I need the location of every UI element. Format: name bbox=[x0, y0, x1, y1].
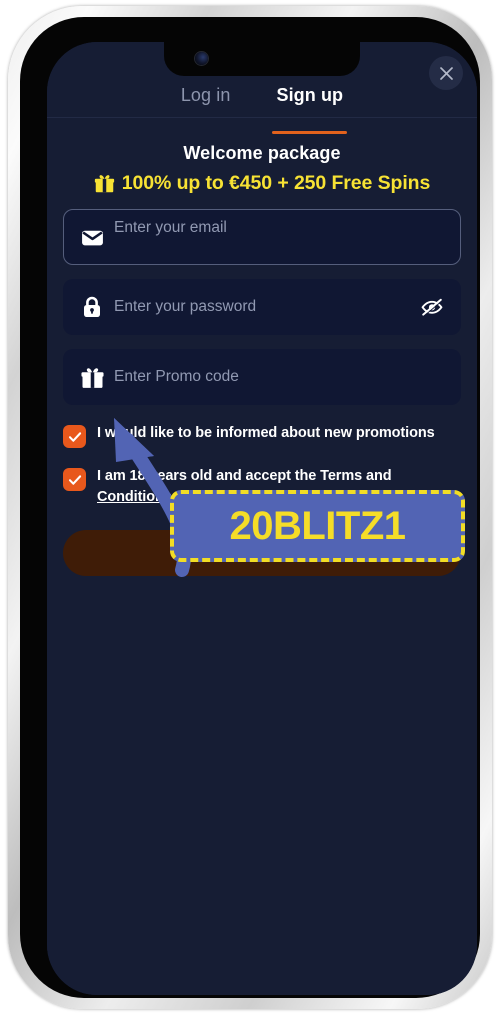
lock-icon bbox=[77, 295, 107, 319]
welcome-package-title: Welcome package bbox=[183, 143, 341, 163]
front-camera-icon bbox=[195, 52, 208, 65]
promo-code-annotation-badge: 20BLITZ1 bbox=[170, 490, 465, 562]
gift-icon bbox=[77, 365, 107, 390]
envelope-icon bbox=[77, 225, 107, 250]
promo-code-annotation-text: 20BLITZ1 bbox=[229, 503, 406, 548]
check-icon bbox=[68, 431, 81, 442]
promo-code-field[interactable] bbox=[63, 349, 461, 405]
age-terms-text: I am 18 years old and accept the Terms a… bbox=[97, 468, 392, 484]
screenshot-root: Log in Sign up Welcome package 100% up t… bbox=[0, 0, 500, 1015]
password-field[interactable] bbox=[63, 279, 461, 335]
header-divider bbox=[47, 117, 477, 118]
phone-notch bbox=[164, 42, 360, 76]
newsletter-consent-label: I would like to be informed about new pr… bbox=[97, 425, 435, 441]
age-terms-checkbox[interactable] bbox=[63, 468, 86, 491]
check-icon bbox=[68, 474, 81, 485]
eye-off-icon[interactable] bbox=[417, 295, 447, 319]
close-button[interactable] bbox=[429, 56, 463, 90]
bonus-offer-text: 100% up to €450 + 250 Free Spins bbox=[121, 172, 431, 194]
newsletter-consent-row[interactable]: I would like to be informed about new pr… bbox=[63, 423, 461, 448]
tab-login[interactable]: Log in bbox=[175, 84, 237, 134]
close-icon bbox=[439, 66, 453, 80]
email-field[interactable] bbox=[63, 209, 461, 265]
bonus-offer-line: 100% up to €450 + 250 Free Spins bbox=[63, 172, 461, 195]
newsletter-checkbox[interactable] bbox=[63, 425, 86, 448]
tab-signup[interactable]: Sign up bbox=[270, 84, 349, 134]
email-input[interactable] bbox=[107, 210, 447, 238]
password-input[interactable] bbox=[107, 297, 417, 317]
promo-code-input[interactable] bbox=[107, 367, 447, 387]
terms-conditions-link[interactable]: Conditions bbox=[97, 489, 172, 505]
gift-icon bbox=[94, 175, 114, 193]
